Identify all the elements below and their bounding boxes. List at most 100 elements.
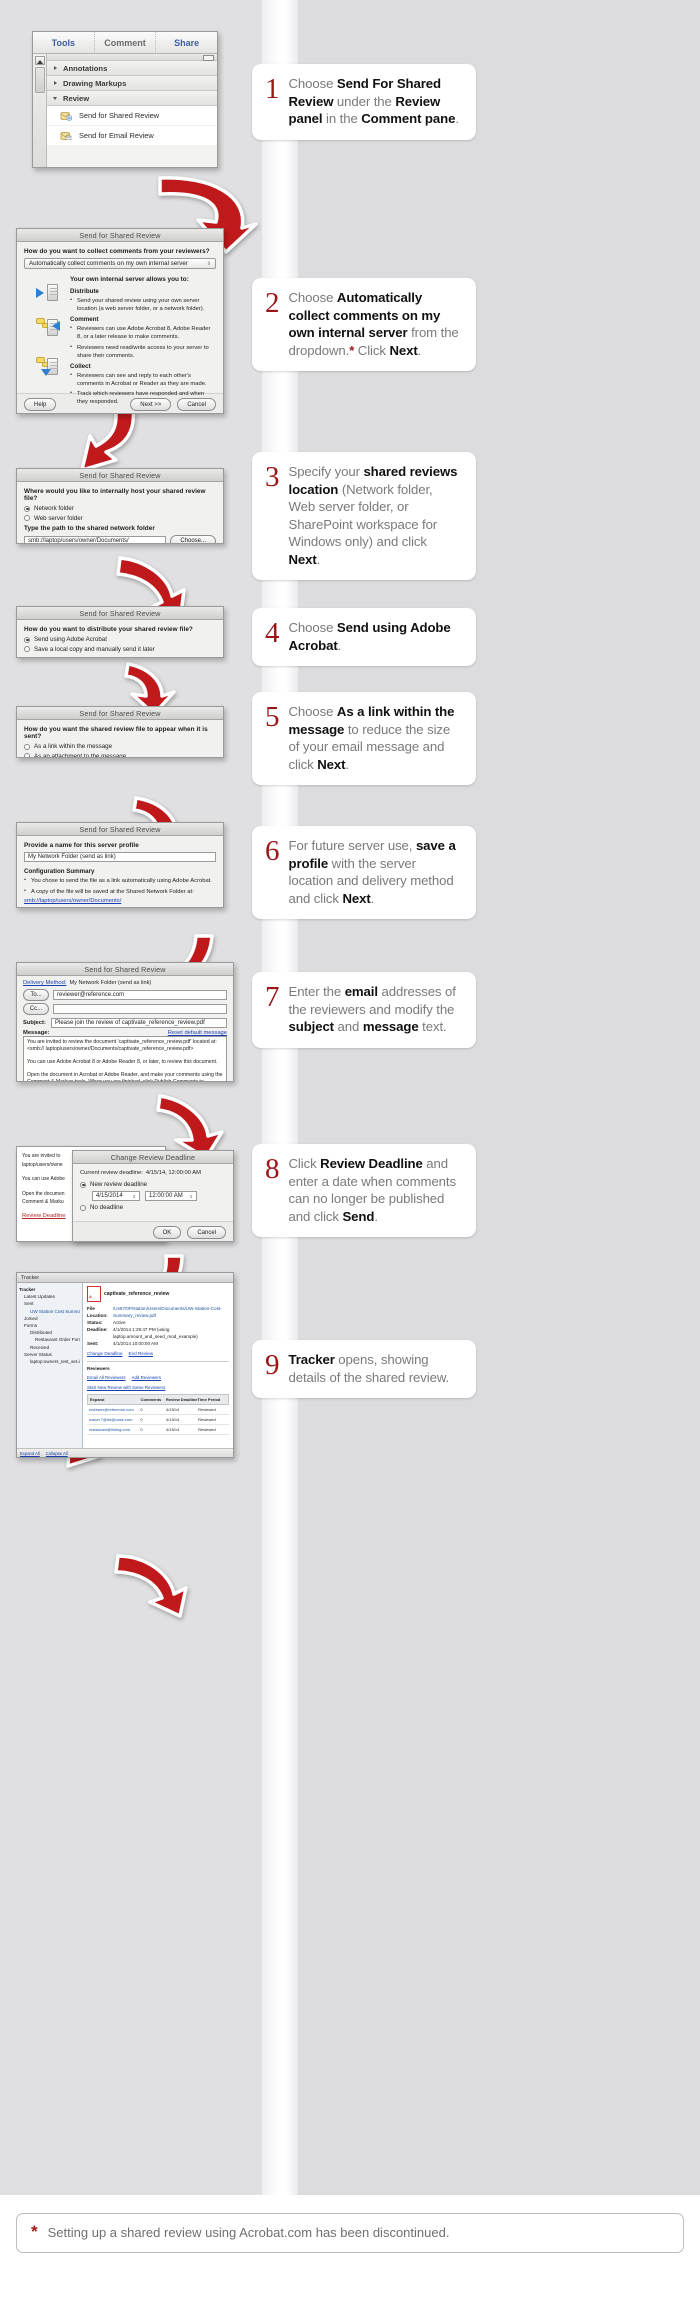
- panel-drawing-markups[interactable]: Drawing Markups: [47, 76, 217, 91]
- tab-tools[interactable]: Tools: [33, 32, 95, 53]
- dialog-email-invitation: Send for Shared Review Delivery Method: …: [16, 962, 234, 1082]
- stepper-icon[interactable]: ⇳: [133, 1192, 136, 1201]
- menu-send-for-email-review[interactable]: Send for Email Review: [47, 126, 217, 146]
- tree-item[interactable]: Sent: [19, 1300, 80, 1307]
- step-text-8: Click Review Deadline and enter a date w…: [288, 1156, 457, 1224]
- radio-as-attachment[interactable]: [24, 753, 30, 757]
- collapse-all-link[interactable]: Collapse All: [46, 1451, 68, 1456]
- tree-item[interactable]: Received: [19, 1344, 80, 1351]
- deadline-date-value: 4/15/2014: [96, 1192, 123, 1199]
- reviewer-deadline: 4/15/14: [166, 1407, 180, 1412]
- step-text-4: Choose Send using Adobe Acrobat.: [288, 620, 451, 653]
- end-review-link[interactable]: End Review: [129, 1350, 154, 1357]
- stepper-icon[interactable]: ⇳: [190, 1192, 193, 1201]
- panel-options-icon[interactable]: [203, 54, 214, 61]
- cc-button[interactable]: Cc...: [23, 1003, 49, 1015]
- dialog2-section-distribute-label: Distribute: [70, 288, 99, 295]
- deadline-time-value: 12:00:00 AM: [149, 1192, 183, 1199]
- dialog7-title: Send for Shared Review: [17, 963, 233, 976]
- message-textarea[interactable]: You are invited to review the document '…: [23, 1036, 227, 1081]
- dialog8-title: Change Review Deadline: [73, 1151, 233, 1164]
- panel-annotations[interactable]: Annotations: [47, 61, 217, 76]
- table-row[interactable]: owner.7@rkl@case.com 0 4/15/14 Reviewed: [87, 1415, 229, 1425]
- start-new-review-link[interactable]: Start New Review with Same Reviewers: [87, 1385, 165, 1390]
- tab-share[interactable]: Share: [156, 32, 217, 53]
- server-distribute-icon: [36, 282, 58, 304]
- col-expand: Expand: [90, 1397, 105, 1402]
- bullet: A copy of the file will be saved at the …: [24, 887, 216, 896]
- deadline-date-input[interactable]: 4/15/2014 ⇳: [92, 1191, 140, 1201]
- cc-input[interactable]: [53, 1004, 227, 1014]
- network-path-input[interactable]: smb://laptop/users/owner/Documents/: [24, 536, 167, 543]
- help-button[interactable]: Help: [24, 398, 57, 411]
- dialog2-question: How do you want to collect comments from…: [24, 248, 210, 255]
- dialog-host-location: Send for Shared Review Where would you l…: [16, 468, 224, 544]
- tracker-detail-pane: A captivate_reference_review File Locati…: [83, 1283, 233, 1457]
- detail-value[interactable]: /Us87/0P/station/Users/Documents/UW-Stat…: [113, 1305, 229, 1319]
- to-input[interactable]: reviewer@reference.com: [53, 990, 227, 1000]
- radio-send-using-acrobat[interactable]: [24, 636, 30, 643]
- choose-folder-button[interactable]: Choose...: [170, 534, 216, 543]
- tree-item[interactable]: Latest Updates: [19, 1293, 80, 1300]
- expand-all-link[interactable]: Expand All: [20, 1451, 40, 1456]
- chevron-right-icon: [54, 81, 57, 85]
- option-web-server-folder[interactable]: Web server folder: [24, 515, 216, 522]
- reviewer-status: Reviewed: [198, 1427, 216, 1432]
- add-reviewers-link[interactable]: Add Reviewers: [132, 1374, 162, 1381]
- subject-input[interactable]: Please join the review of captivate_refe…: [51, 1018, 227, 1028]
- radio-as-link[interactable]: [24, 743, 30, 750]
- cancel-button[interactable]: Cancel: [187, 1226, 226, 1239]
- radio-save-local-copy[interactable]: [24, 646, 30, 652]
- option-as-attachment[interactable]: As an attachment to the message: [24, 752, 216, 758]
- option-send-using-acrobat[interactable]: Send using Adobe Acrobat: [24, 636, 216, 643]
- scroll-thumb[interactable]: [35, 67, 45, 93]
- tree-item[interactable]: UW Station Cost Summary_review: [19, 1308, 80, 1315]
- email-all-reviewers-link[interactable]: Email All Reviewers: [87, 1374, 126, 1381]
- tree-item[interactable]: Joined: [19, 1315, 80, 1322]
- deadline-time-input[interactable]: 12:00:00 AM ⇳: [145, 1191, 197, 1201]
- step-number-8: 8: [265, 1153, 280, 1185]
- tree-item[interactable]: Tracker: [19, 1286, 80, 1293]
- option-network-folder[interactable]: Network folder: [24, 505, 216, 512]
- pane-scrollbar[interactable]: [33, 54, 47, 167]
- server-profile-name-input[interactable]: My Network Folder (send as link): [24, 852, 216, 862]
- option-as-link[interactable]: As a link within the message: [24, 743, 216, 750]
- radio-network-folder[interactable]: [24, 505, 30, 512]
- radio-new-deadline[interactable]: [80, 1181, 86, 1188]
- option-save-local-copy[interactable]: Save a local copy and manually send it l…: [24, 646, 216, 653]
- dialog6-summary-link[interactable]: smb://laptop/users/owner/Documents/: [24, 898, 216, 904]
- reviewer-email: restaurant@listing.com: [89, 1427, 130, 1432]
- tree-item[interactable]: Distributed: [19, 1329, 80, 1336]
- tree-item[interactable]: laptop:owners_test_set.invalid: [19, 1358, 80, 1365]
- option-as-attachment-label: As an attachment to the message: [34, 752, 127, 758]
- dialog6-summary-bullets: You chose to send the file as a link aut…: [24, 876, 216, 896]
- bullet: Reviewers need read/write access to your…: [70, 343, 216, 360]
- tree-item[interactable]: Server Status: [19, 1351, 80, 1358]
- option-no-deadline[interactable]: No deadline: [80, 1204, 226, 1211]
- scroll-up-button[interactable]: [35, 56, 45, 65]
- tracker-doc-title: captivate_reference_review: [104, 1290, 170, 1297]
- menu-send-for-shared-review[interactable]: Send for Shared Review: [47, 106, 217, 126]
- ok-button[interactable]: OK: [152, 1226, 182, 1239]
- radio-web-server-folder[interactable]: [24, 515, 30, 521]
- change-deadline-link[interactable]: Change Deadline: [87, 1350, 123, 1357]
- tab-comment[interactable]: Comment: [95, 32, 157, 53]
- collect-method-dropdown[interactable]: Automatically collect comments on my own…: [24, 258, 216, 269]
- table-row[interactable]: restaurant@listing.com 0 4/15/14 Reviewe…: [87, 1425, 229, 1435]
- reviewer-status: Reviewed: [198, 1407, 216, 1412]
- shared-review-icon: [60, 112, 72, 121]
- tree-item[interactable]: Restaurant Order Form Responses: [19, 1336, 80, 1343]
- reset-default-message-link[interactable]: Reset default message: [168, 1030, 227, 1036]
- step-callout-7: 7 Enter the email addresses of the revie…: [252, 972, 476, 1048]
- tree-item[interactable]: Forms: [19, 1322, 80, 1329]
- delivery-method-label[interactable]: Delivery Method:: [23, 980, 67, 986]
- radio-no-deadline[interactable]: [80, 1204, 86, 1211]
- option-network-folder-label: Network folder: [34, 505, 74, 512]
- bullet: Send your shared review using your own s…: [70, 296, 216, 313]
- comment-pane-body: Annotations Drawing Markups Review Send …: [33, 54, 217, 167]
- panel-review[interactable]: Review: [47, 91, 217, 106]
- table-row[interactable]: reviewer@reference.com 0 4/15/14 Reviewe…: [87, 1405, 229, 1415]
- dialog3-title: Send for Shared Review: [17, 469, 223, 482]
- to-button[interactable]: To...: [23, 989, 49, 1001]
- option-new-deadline[interactable]: New review deadline: [80, 1181, 226, 1188]
